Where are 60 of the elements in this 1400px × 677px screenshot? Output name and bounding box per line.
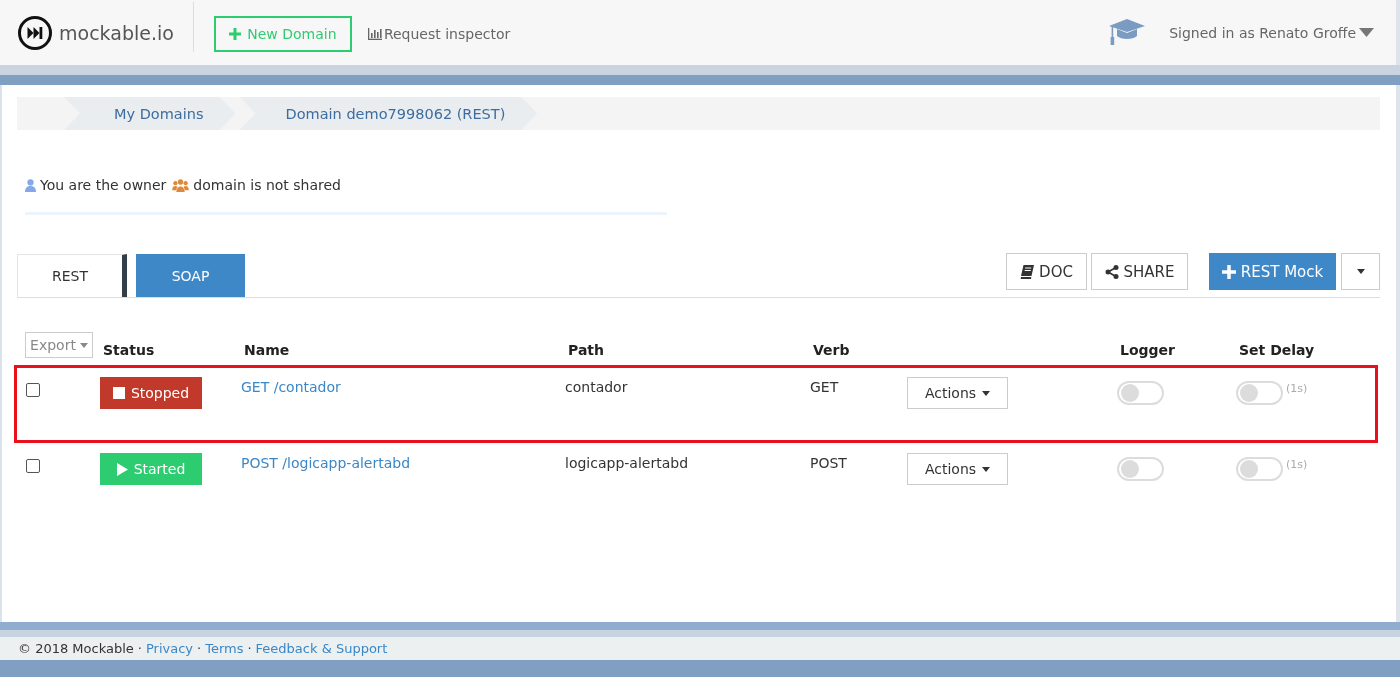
book-icon: [1020, 264, 1035, 279]
footer-link[interactable]: Feedback & Support: [255, 641, 388, 656]
tab[interactable]: SOAP: [136, 254, 245, 297]
add-mock-button[interactable]: REST Mock: [1209, 253, 1336, 290]
actions-button[interactable]: Actions: [907, 377, 1008, 409]
plus-icon: [1221, 264, 1236, 279]
stop-icon: [112, 387, 125, 399]
row-checkbox[interactable]: [26, 383, 40, 397]
status-button[interactable]: Stopped: [100, 377, 202, 409]
mock-name-link[interactable]: POST /logicapp-alertabd: [241, 453, 565, 473]
separator-text: ·: [137, 641, 142, 656]
caret-icon: [1359, 28, 1374, 37]
caret-icon: [982, 466, 991, 472]
delay-label: (1s): [1286, 382, 1308, 395]
share-button[interactable]: SHARE: [1091, 253, 1188, 290]
verb-text: POST: [810, 454, 848, 473]
column-header: Status: [102, 342, 156, 358]
path-text: logicapp-alertabd: [565, 454, 689, 473]
request-inspector-link[interactable]: Request inspector: [367, 26, 511, 42]
share-icon: [1104, 264, 1119, 279]
doc-button[interactable]: DOC: [1006, 253, 1087, 290]
bar-chart-icon: [367, 28, 382, 40]
plus-icon: [229, 27, 242, 40]
footer-link[interactable]: Terms: [205, 641, 244, 656]
column-header: Set Delay: [1238, 342, 1316, 358]
export-dropdown[interactable]: Export: [25, 332, 93, 358]
caret-icon: [1356, 269, 1365, 274]
column-header: Path: [567, 342, 605, 358]
column-header: Logger: [1119, 342, 1176, 358]
actions-button[interactable]: Actions: [907, 453, 1008, 485]
separator-text: ·: [197, 641, 202, 656]
group-icon: [172, 178, 190, 192]
mock-name-link[interactable]: GET /contador: [241, 377, 565, 397]
copyright-text: © 2018 Mockable: [18, 641, 134, 656]
user-icon: [25, 178, 36, 192]
separator-text: ·: [247, 641, 252, 656]
graduation-cap-icon[interactable]: [1109, 18, 1146, 45]
column-header: Verb: [812, 342, 851, 358]
logger-toggle[interactable]: [1117, 457, 1164, 481]
user-menu[interactable]: Signed in as Renato Groffe: [1169, 24, 1374, 41]
logger-toggle[interactable]: [1117, 381, 1164, 405]
owner-text: You are the owner: [40, 176, 167, 194]
caret-icon: [982, 390, 991, 396]
delay-toggle[interactable]: [1236, 457, 1283, 481]
breadcrumb-link[interactable]: My Domains: [64, 97, 236, 130]
caret-icon: [79, 342, 88, 348]
play-icon: [116, 462, 128, 476]
tab[interactable]: REST: [17, 254, 127, 297]
logo-text[interactable]: mockable.io: [59, 21, 174, 44]
logo-icon[interactable]: [18, 15, 52, 50]
delay-toggle[interactable]: [1236, 381, 1283, 405]
column-header: Name: [243, 342, 291, 358]
footer-link[interactable]: Privacy: [145, 641, 193, 656]
verb-text: GET: [810, 378, 840, 397]
more-dropdown-button[interactable]: [1341, 253, 1380, 290]
sharing-text: domain is not shared: [193, 176, 341, 194]
breadcrumb-link[interactable]: Domain demo7998062 (REST): [239, 97, 538, 130]
row-checkbox[interactable]: [26, 459, 40, 473]
path-text: contador: [565, 378, 629, 397]
delay-label: (1s): [1286, 458, 1308, 471]
